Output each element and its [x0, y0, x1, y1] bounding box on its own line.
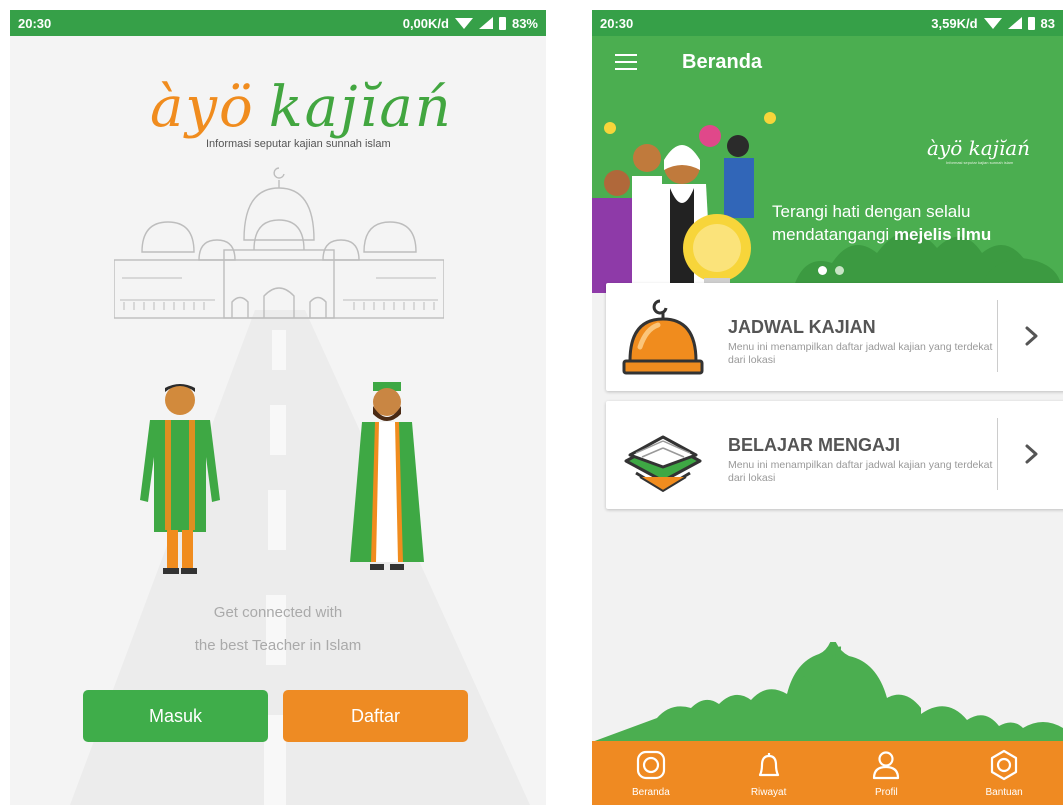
status-time: 20:30: [600, 15, 634, 31]
signal-icon: [1007, 17, 1022, 29]
register-button[interactable]: Daftar: [283, 690, 468, 742]
app-logo: àyö kajĭań Informasi seputar kajian sunna…: [150, 76, 460, 156]
home-screen: 20:30 3,59K/d 83 Beranda àyö kajĭań Info…: [592, 10, 1063, 805]
tagline-line-2: the best Teacher in Islam: [194, 637, 362, 654]
home-icon: [636, 750, 665, 780]
nav-item-profil[interactable]: Profil: [828, 741, 946, 805]
welcome-screen: 20:30 0,00K/d 83% àyö kajĭań Informasi se…: [10, 10, 546, 805]
nav-item-bantuan[interactable]: Bantuan: [945, 741, 1063, 805]
nav-label: Profil: [874, 787, 898, 798]
nav-item-beranda[interactable]: Beranda: [592, 741, 710, 805]
divider: [997, 300, 998, 372]
quran-book-icon: [624, 435, 702, 493]
tagline-line-1: Get connected with: [213, 604, 343, 621]
nav-label: Riwayat: [750, 787, 787, 798]
login-button[interactable]: Masuk: [83, 690, 268, 742]
menu-card-belajar-mengaji[interactable]: BELAJAR MENGAJI Menu ini menampilkan daf…: [606, 401, 1063, 509]
battery-icon: [1027, 16, 1035, 30]
teacher-figure-right: [350, 382, 424, 570]
nav-label: Beranda: [631, 787, 670, 798]
bell-icon: [758, 753, 779, 777]
menu-card-jadwal-kajian[interactable]: JADWAL KAJIAN Menu ini menampilkan dafta…: [606, 283, 1063, 391]
battery-level: 83: [1040, 15, 1055, 31]
network-speed: 3,59K/d: [931, 15, 978, 31]
card-title: BELAJAR MENGAJI: [728, 435, 901, 455]
banner-logo: àyö kajĭań: [927, 136, 1031, 160]
man-figure-left: [140, 384, 220, 574]
logo-tagline: Informasi seputar kajian sunnah islam: [206, 138, 391, 150]
card-description: Menu ini menampilkan daftar jadwal kajia…: [728, 341, 993, 366]
nav-label: Bantuan: [985, 787, 1023, 798]
status-bar: 20:30 3,59K/d 83: [592, 10, 1063, 36]
divider: [997, 418, 998, 490]
banner-headline: Terangi hati dengan selalu mendatangangi…: [772, 202, 992, 244]
promo-banner[interactable]: àyö kajĭań Informasi seputar kajian sunn…: [592, 88, 1063, 293]
wifi-icon: [983, 17, 1002, 29]
card-description: Menu ini menampilkan daftar jadwal kajia…: [728, 459, 993, 484]
chevron-right-icon[interactable]: [1020, 323, 1042, 349]
mosque-illustration: [114, 167, 444, 319]
banner-logo-subtitle: Informasi seputar kajian sunnah islam: [946, 160, 1014, 165]
help-icon: [991, 749, 1018, 781]
page-title: Beranda: [682, 50, 763, 73]
logo-word-kajian: kajĭań: [268, 75, 453, 140]
mosque-skyline-illustration: [592, 642, 1063, 742]
chevron-right-icon[interactable]: [1020, 441, 1042, 467]
hamburger-menu-icon[interactable]: [615, 54, 637, 70]
slide-dot-active[interactable]: [818, 266, 827, 275]
card-title: JADWAL KAJIAN: [728, 317, 876, 337]
app-bar: Beranda: [592, 36, 1063, 88]
slide-indicator: [818, 266, 844, 275]
bottom-navigation: Beranda Riwayat Profil Bantuan: [592, 741, 1063, 805]
nav-item-riwayat[interactable]: Riwayat: [710, 741, 828, 805]
banner-illustration: [592, 112, 1062, 293]
mosque-dome-icon: [622, 299, 704, 375]
user-icon: [873, 751, 900, 780]
logo-word-ayo: àyö: [150, 75, 255, 140]
slide-dot[interactable]: [835, 266, 844, 275]
